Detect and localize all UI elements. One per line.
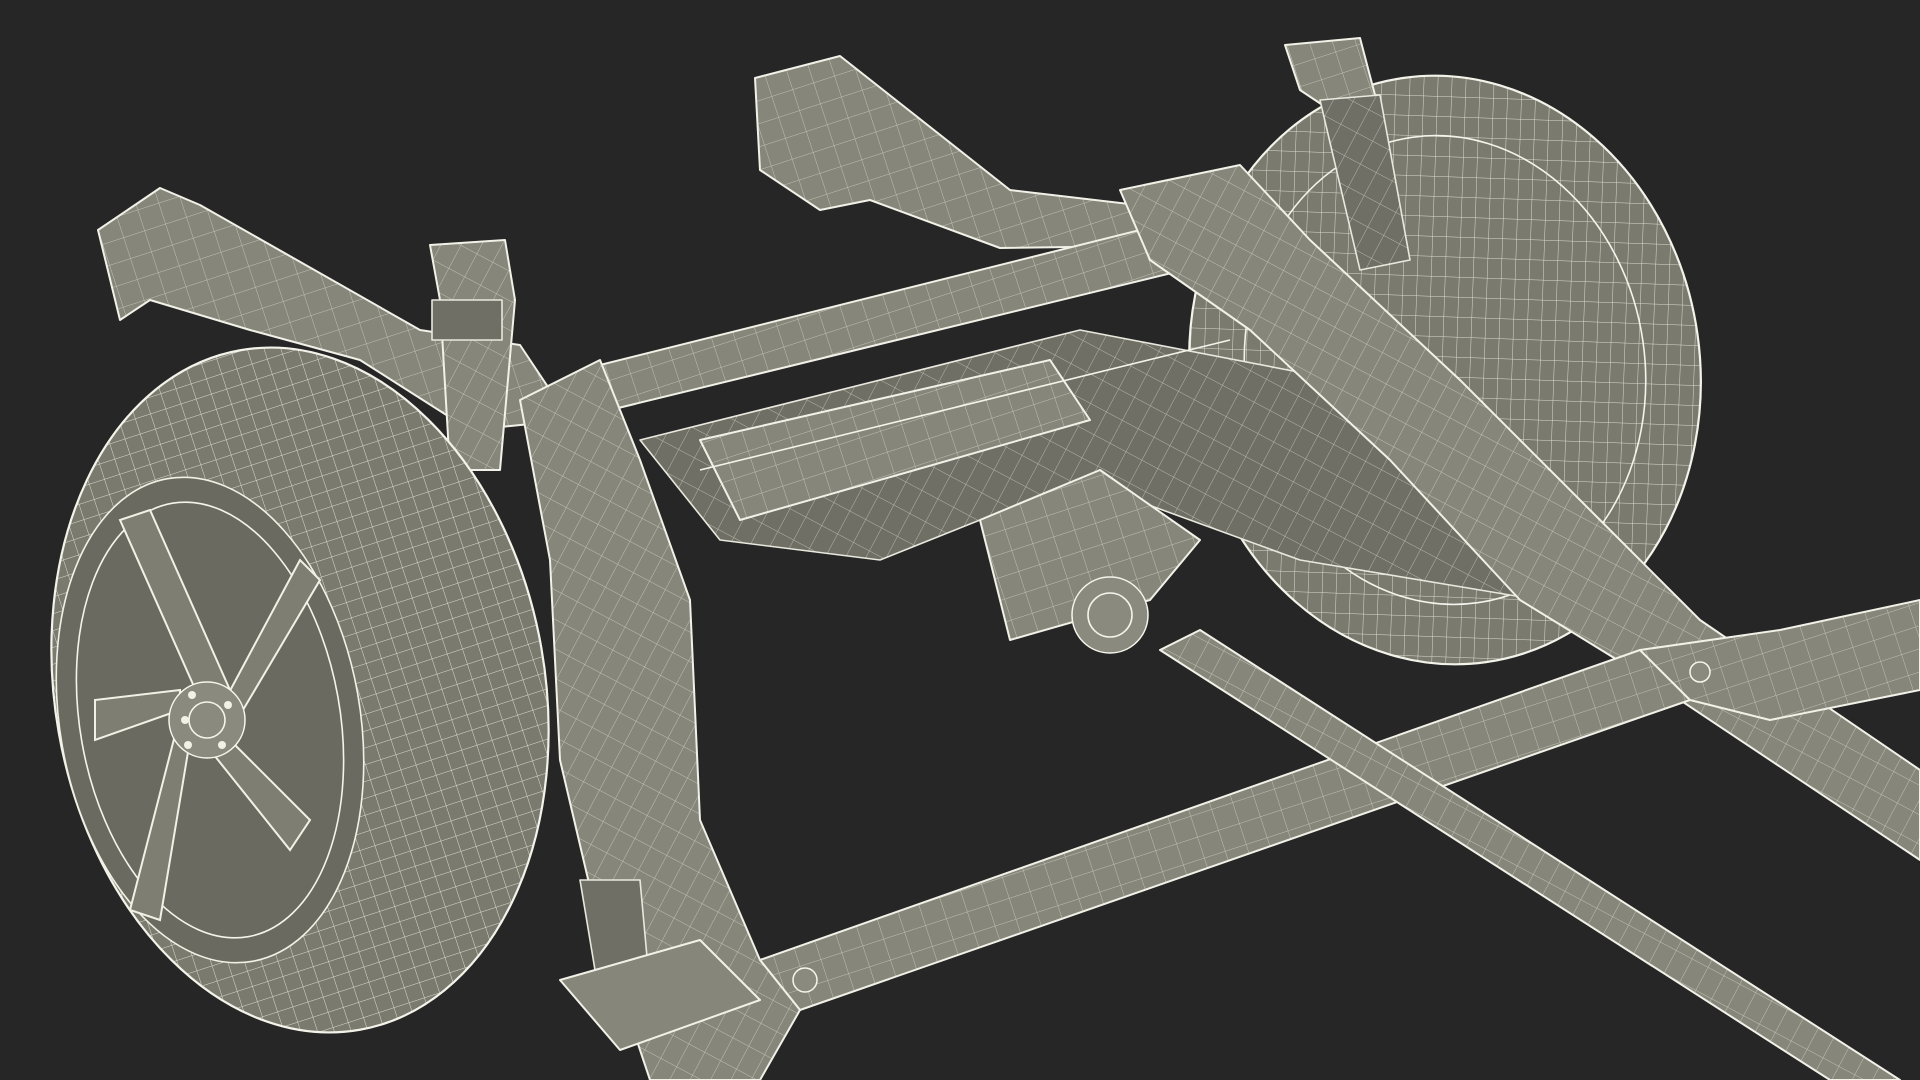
chassis-wireframe-render	[50, 37, 1920, 1080]
lower-crossmembers	[759, 599, 1920, 1011]
viewport	[0, 0, 1920, 1080]
